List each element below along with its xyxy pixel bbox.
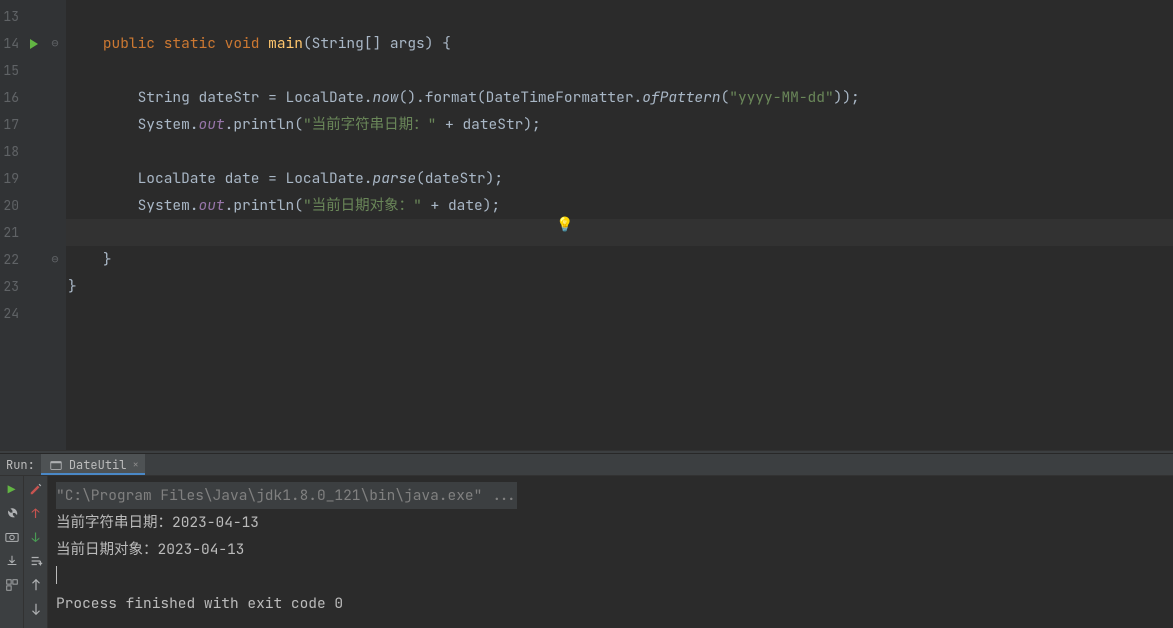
line-number: 13 [0, 3, 24, 30]
layout-icon[interactable] [3, 576, 21, 594]
code-line: System.out.println("当前字符串日期：" + dateStr)… [66, 111, 1173, 138]
line-number: 15 [0, 57, 24, 84]
run-tab-label: DateUtil [69, 457, 127, 473]
scroll-to-end-icon[interactable] [27, 576, 45, 594]
run-line-icon[interactable] [24, 30, 44, 57]
pencil-icon[interactable] [27, 480, 45, 498]
run-gutter [24, 0, 44, 450]
line-number: 20 [0, 192, 24, 219]
run-tab[interactable]: DateUtil × [41, 454, 145, 475]
fold-open-icon[interactable]: ⊖ [44, 30, 66, 57]
console-output[interactable]: "C:\Program Files\Java\jdk1.8.0_121\bin\… [48, 476, 1173, 628]
code-line [66, 300, 1173, 327]
console-output-line: 当前日期对象：2023-04-13 [56, 536, 1165, 563]
print-icon[interactable] [27, 600, 45, 618]
run-panel-header: Run: DateUtil × [0, 454, 1173, 476]
soft-wrap-icon[interactable] [27, 552, 45, 570]
code-line: public static void main(String[] args) { [66, 30, 1173, 57]
console-command-line: "C:\Program Files\Java\jdk1.8.0_121\bin\… [56, 482, 517, 509]
code-line: LocalDate date = LocalDate.parse(dateStr… [66, 165, 1173, 192]
line-number: 19 [0, 165, 24, 192]
editor-area: 13 14 15 16 17 18 19 20 21 22 23 24 ⊖ ⊖ … [0, 0, 1173, 450]
line-number: 24 [0, 300, 24, 327]
code-line [66, 138, 1173, 165]
run-config-icon [49, 458, 63, 472]
console-output-line: 当前字符串日期：2023-04-13 [56, 509, 1165, 536]
code-line: System.out.println("当前日期对象：" + date); [66, 192, 1173, 219]
line-number: 22 [0, 246, 24, 273]
line-number: 21 [0, 219, 24, 246]
intention-bulb-icon[interactable]: 💡 [556, 212, 573, 239]
code-line: } [66, 273, 1173, 300]
scroll-up-icon[interactable]: ↑ [27, 504, 45, 522]
line-number: 23 [0, 273, 24, 300]
export-icon[interactable] [3, 552, 21, 570]
code-content[interactable]: public static void main(String[] args) {… [66, 0, 1173, 450]
run-panel-body: ▶ ↑ ↓ "C:\Program Files\Java\jdk1.8.0_12 [0, 476, 1173, 628]
camera-icon[interactable] [3, 528, 21, 546]
wrench-icon[interactable] [3, 504, 21, 522]
code-line: } [66, 246, 1173, 273]
scroll-down-icon[interactable]: ↓ [27, 528, 45, 546]
run-toolbar-console: ↑ ↓ [24, 476, 48, 628]
console-exit-line: Process finished with exit code 0 [56, 590, 1165, 617]
line-number: 14 [0, 30, 24, 57]
console-cursor-line [56, 563, 1165, 590]
rerun-icon[interactable]: ▶ [3, 480, 21, 498]
line-number: 16 [0, 84, 24, 111]
line-number: 18 [0, 138, 24, 165]
code-line-current [66, 219, 1173, 246]
code-line: String dateStr = LocalDate.now().format(… [66, 84, 1173, 111]
code-line [66, 57, 1173, 84]
run-tool-label: Run: [0, 457, 41, 473]
code-line [66, 3, 1173, 30]
fold-gutter: ⊖ ⊖ [44, 0, 66, 450]
line-number-gutter: 13 14 15 16 17 18 19 20 21 22 23 24 [0, 0, 24, 450]
line-number: 17 [0, 111, 24, 138]
close-tab-icon[interactable]: × [132, 458, 139, 472]
run-toolbar-left: ▶ [0, 476, 24, 628]
fold-close-icon[interactable]: ⊖ [44, 246, 66, 273]
